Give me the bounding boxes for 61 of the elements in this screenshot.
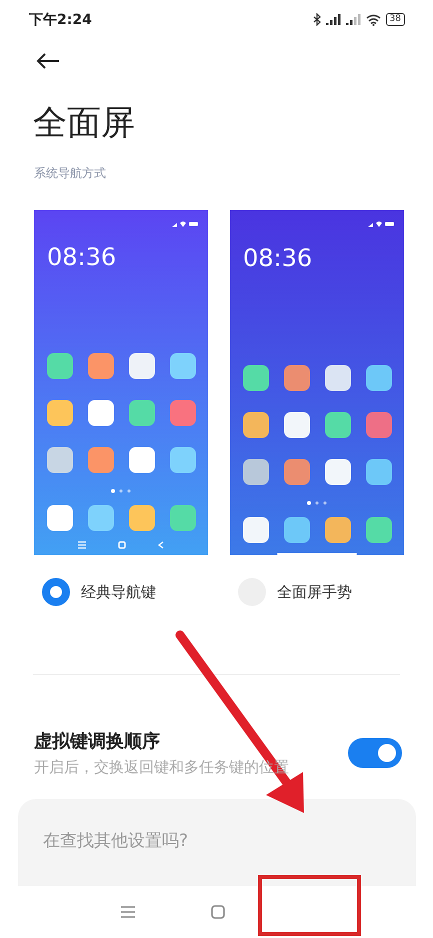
- app-icon: [284, 364, 310, 391]
- app-icon: [128, 447, 154, 474]
- phone-preview[interactable]: 08:36: [34, 210, 208, 556]
- app-icon: [88, 400, 114, 426]
- back-icon: [158, 540, 164, 549]
- app-icon: [366, 412, 392, 438]
- home-icon[interactable]: [211, 905, 225, 919]
- app-icon: [284, 412, 310, 438]
- home-icon: [118, 540, 126, 549]
- app-icon: [324, 458, 350, 485]
- page-title: 全面屏: [33, 102, 136, 146]
- app-icon: [324, 364, 350, 391]
- bluetooth-icon: [312, 13, 321, 26]
- app-icon: [170, 447, 196, 474]
- app-icon: [128, 353, 154, 380]
- app-icon: [88, 504, 114, 531]
- status-icon: [172, 220, 198, 228]
- app-icon: [170, 504, 196, 531]
- page-dots-icon: [306, 500, 328, 505]
- back-arrow-icon[interactable]: [36, 52, 60, 70]
- app-icon: [324, 412, 350, 438]
- app-icon: [324, 516, 350, 543]
- app-icon: [170, 400, 196, 426]
- app-icon: [128, 504, 154, 531]
- app-icon: [242, 412, 268, 438]
- app-icon: [88, 353, 114, 380]
- signal-icon: [326, 14, 341, 26]
- section-label: 系统导航方式: [34, 165, 107, 182]
- app-icon: [170, 353, 196, 380]
- app-icon: [46, 504, 72, 531]
- card-title: 在查找其他设置吗?: [43, 830, 190, 852]
- app-icon: [366, 364, 392, 391]
- app-icon: [242, 516, 268, 543]
- app-icon: [46, 400, 72, 426]
- wifi-icon: [366, 14, 381, 26]
- app-icon: [242, 364, 268, 391]
- option-label: 全面屏手势: [277, 582, 352, 602]
- phone-preview[interactable]: 08:36: [230, 210, 404, 556]
- radio-option[interactable]: 经典导航键: [34, 578, 208, 606]
- app-icon: [128, 400, 154, 426]
- signal-icon: [346, 14, 361, 26]
- option-label: 经典导航键: [81, 582, 156, 602]
- app-icon: [366, 516, 392, 543]
- setting-title: 虚拟键调换顺序: [34, 730, 161, 754]
- app-icon: [284, 458, 310, 485]
- battery-indicator: 38: [386, 13, 405, 26]
- radio-option[interactable]: 全面屏手势: [230, 578, 404, 606]
- app-icon: [242, 458, 268, 485]
- app-icon: [46, 447, 72, 474]
- menu-icon: [78, 540, 86, 549]
- status-icon: [368, 220, 394, 228]
- app-icon: [366, 458, 392, 485]
- app-icon: [284, 516, 310, 543]
- page-dots-icon: [110, 489, 132, 493]
- app-icon: [88, 447, 114, 474]
- menu-icon[interactable]: [121, 906, 135, 918]
- app-icon: [46, 353, 72, 380]
- toggle-switch[interactable]: [348, 738, 402, 768]
- status-time: 下午2:24: [29, 10, 92, 29]
- preview-clock: 08:36: [243, 244, 312, 272]
- preview-clock: 08:36: [47, 243, 116, 272]
